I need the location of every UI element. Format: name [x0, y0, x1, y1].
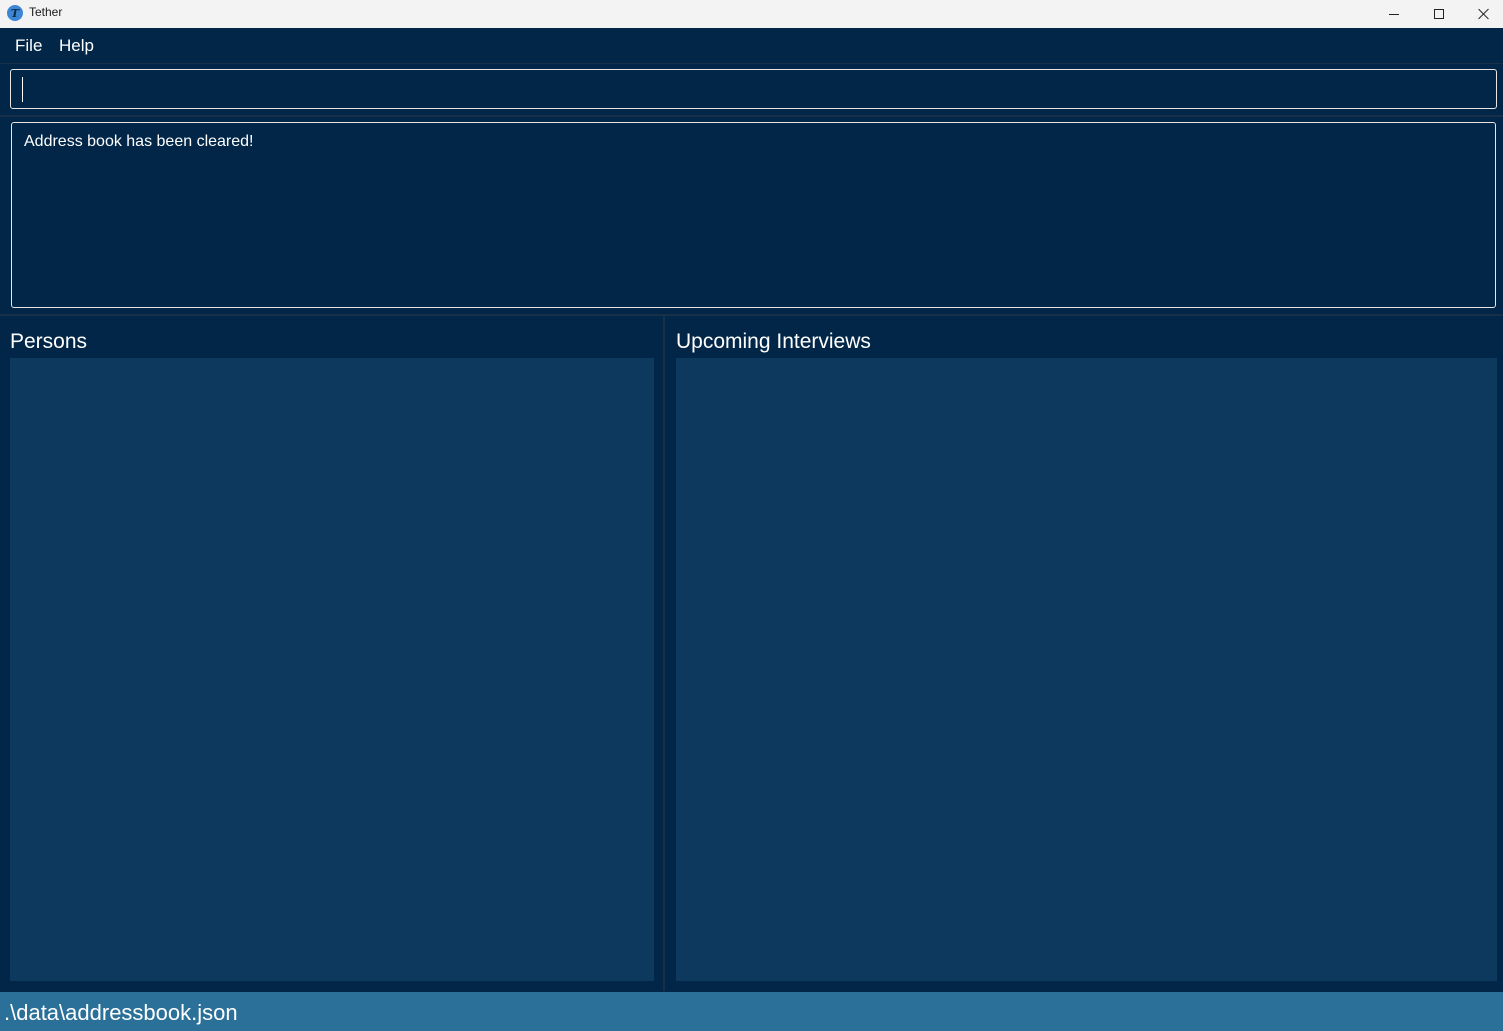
- close-button[interactable]: [1461, 0, 1503, 28]
- app-window: T Tether File Help Address book has been…: [0, 0, 1503, 1031]
- text-caret: [22, 77, 23, 102]
- menu-help[interactable]: Help: [59, 36, 94, 56]
- menu-file[interactable]: File: [15, 36, 42, 56]
- divider: [0, 314, 1503, 316]
- save-file-path: .\data\addressbook.json: [4, 1000, 238, 1025]
- interviews-panel-title: Upcoming Interviews: [676, 330, 871, 353]
- persons-panel-title: Persons: [10, 330, 88, 353]
- result-display[interactable]: Address book has been cleared!: [11, 122, 1496, 308]
- tether-logo-icon: T: [7, 5, 23, 21]
- status-bar: .\data\addressbook.json: [0, 992, 1503, 1031]
- menu-bar: File Help: [0, 28, 1503, 64]
- close-icon: [1478, 8, 1490, 20]
- title-bar: T Tether: [0, 0, 1503, 28]
- upcoming-interviews-list[interactable]: [676, 358, 1497, 981]
- maximize-icon: [1434, 9, 1444, 19]
- minimize-button[interactable]: [1371, 0, 1417, 28]
- panel-divider[interactable]: [663, 316, 665, 991]
- command-input[interactable]: [10, 69, 1497, 109]
- result-message: Address book has been cleared!: [24, 133, 254, 150]
- window-title: Tether: [29, 5, 63, 19]
- minimize-icon: [1389, 13, 1399, 15]
- maximize-button[interactable]: [1416, 0, 1462, 28]
- persons-list[interactable]: [10, 358, 654, 981]
- divider: [0, 115, 1503, 117]
